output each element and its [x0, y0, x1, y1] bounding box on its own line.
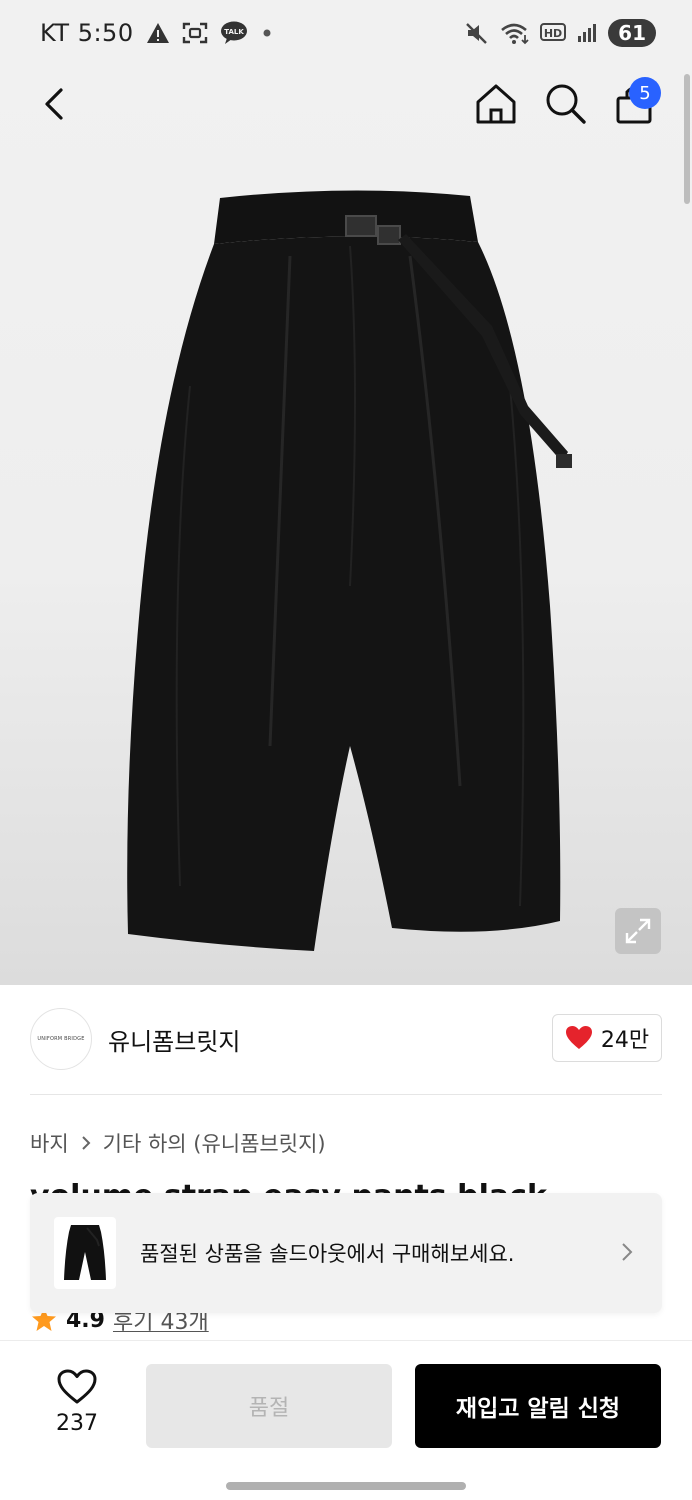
hd-label: HD	[544, 27, 562, 40]
wish-button[interactable]: 237	[40, 1369, 114, 1445]
signal-icon	[576, 22, 598, 44]
breadcrumb: 바지 기타 하의 (유니폼브릿지)	[30, 1128, 326, 1158]
soldout-button[interactable]: 품절	[146, 1364, 392, 1448]
scrollbar[interactable]	[684, 74, 690, 204]
brand-logo[interactable]: UNIFORM BRIDGE	[30, 1008, 92, 1070]
search-button[interactable]	[544, 82, 588, 126]
home-indicator[interactable]	[226, 1482, 466, 1490]
soldout-banner[interactable]: 품절된 상품을 솔드아웃에서 구매해보세요.	[30, 1193, 662, 1313]
breadcrumb-parent[interactable]: 바지	[30, 1128, 69, 1158]
carrier: KT	[40, 19, 70, 47]
brand-row: UNIFORM BRIDGE 유니폼브릿지 24만	[30, 1008, 662, 1072]
wish-count: 237	[56, 1411, 98, 1436]
warning-icon	[146, 22, 170, 44]
expand-image-button[interactable]	[615, 908, 661, 954]
screenshot-icon	[182, 21, 208, 45]
product-image-area[interactable]: 5	[0, 66, 692, 985]
home-button[interactable]	[474, 82, 518, 126]
brand-logo-text: UNIFORM BRIDGE	[37, 1036, 85, 1042]
heart-filled-icon	[565, 1026, 592, 1049]
banner-text: 품절된 상품을 솔드아웃에서 구매해보세요.	[140, 1242, 515, 1266]
pants-image	[110, 186, 590, 966]
hd-icon: HD	[540, 22, 567, 44]
clock: 5:50	[77, 19, 134, 47]
search-icon	[546, 84, 586, 124]
banner-thumbnail	[54, 1217, 116, 1289]
brand-name[interactable]: 유니폼브릿지	[108, 1022, 240, 1057]
breadcrumb-child[interactable]: 기타 하의 (유니폼브릿지)	[103, 1128, 326, 1158]
mute-icon	[464, 21, 490, 45]
divider	[30, 1094, 662, 1095]
back-button[interactable]	[36, 84, 76, 124]
status-bar: KT 5:50 TALK HD 61	[0, 0, 692, 66]
chevron-right-icon	[81, 1136, 91, 1150]
wifi-icon	[500, 21, 530, 45]
kakaotalk-icon: TALK	[220, 21, 248, 45]
restock-alert-button[interactable]: 재입고 알림 신청	[415, 1364, 661, 1448]
chevron-right-icon	[620, 1241, 634, 1267]
brand-like-button[interactable]: 24만	[552, 1014, 662, 1062]
heart-outline-icon	[57, 1369, 97, 1404]
status-right: HD 61	[464, 16, 656, 50]
cart-badge: 5	[629, 77, 661, 109]
back-icon	[45, 88, 63, 120]
status-carrier-time: KT 5:50	[40, 19, 134, 47]
expand-icon	[625, 918, 651, 944]
home-icon	[476, 84, 516, 124]
bottom-action-bar: 237 품절 재입고 알림 신청	[0, 1340, 692, 1500]
dot-icon	[260, 26, 274, 40]
talk-label: TALK	[224, 28, 244, 36]
pants-thumbnail-icon	[64, 1225, 106, 1280]
battery-indicator: 61	[608, 19, 656, 47]
brand-like-count: 24만	[600, 1028, 650, 1053]
status-left: KT 5:50 TALK	[40, 16, 274, 50]
